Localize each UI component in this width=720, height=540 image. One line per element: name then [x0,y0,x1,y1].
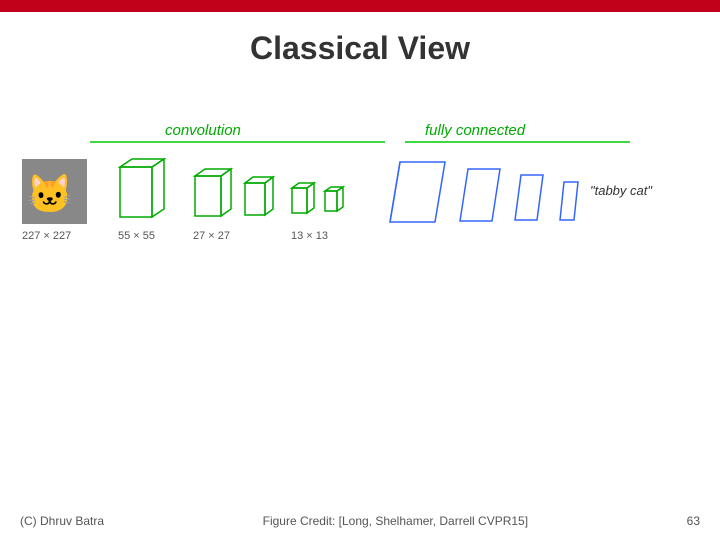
svg-text:convolution: convolution [165,122,241,139]
footer-left: (C) Dhruv Batra [20,514,104,528]
svg-text:227 × 227: 227 × 227 [22,230,71,242]
top-bar [0,0,720,12]
svg-text:"tabby cat": "tabby cat" [590,183,653,198]
svg-text:fully connected: fully connected [425,122,526,139]
footer-center: Figure Credit: [Long, Shelhamer, Darrell… [263,514,528,528]
diagram-svg: convolution fully connected 🐱 [0,87,720,427]
page-title: Classical View [0,12,720,77]
svg-text:27 × 27: 27 × 27 [193,230,230,242]
diagram-area: convolution fully connected 🐱 [0,87,720,427]
svg-text:🐱: 🐱 [26,173,73,216]
footer: (C) Dhruv Batra Figure Credit: [Long, Sh… [0,514,720,528]
footer-right: 63 [687,514,700,528]
svg-text:13 × 13: 13 × 13 [291,230,328,242]
svg-text:55 × 55: 55 × 55 [118,230,155,242]
